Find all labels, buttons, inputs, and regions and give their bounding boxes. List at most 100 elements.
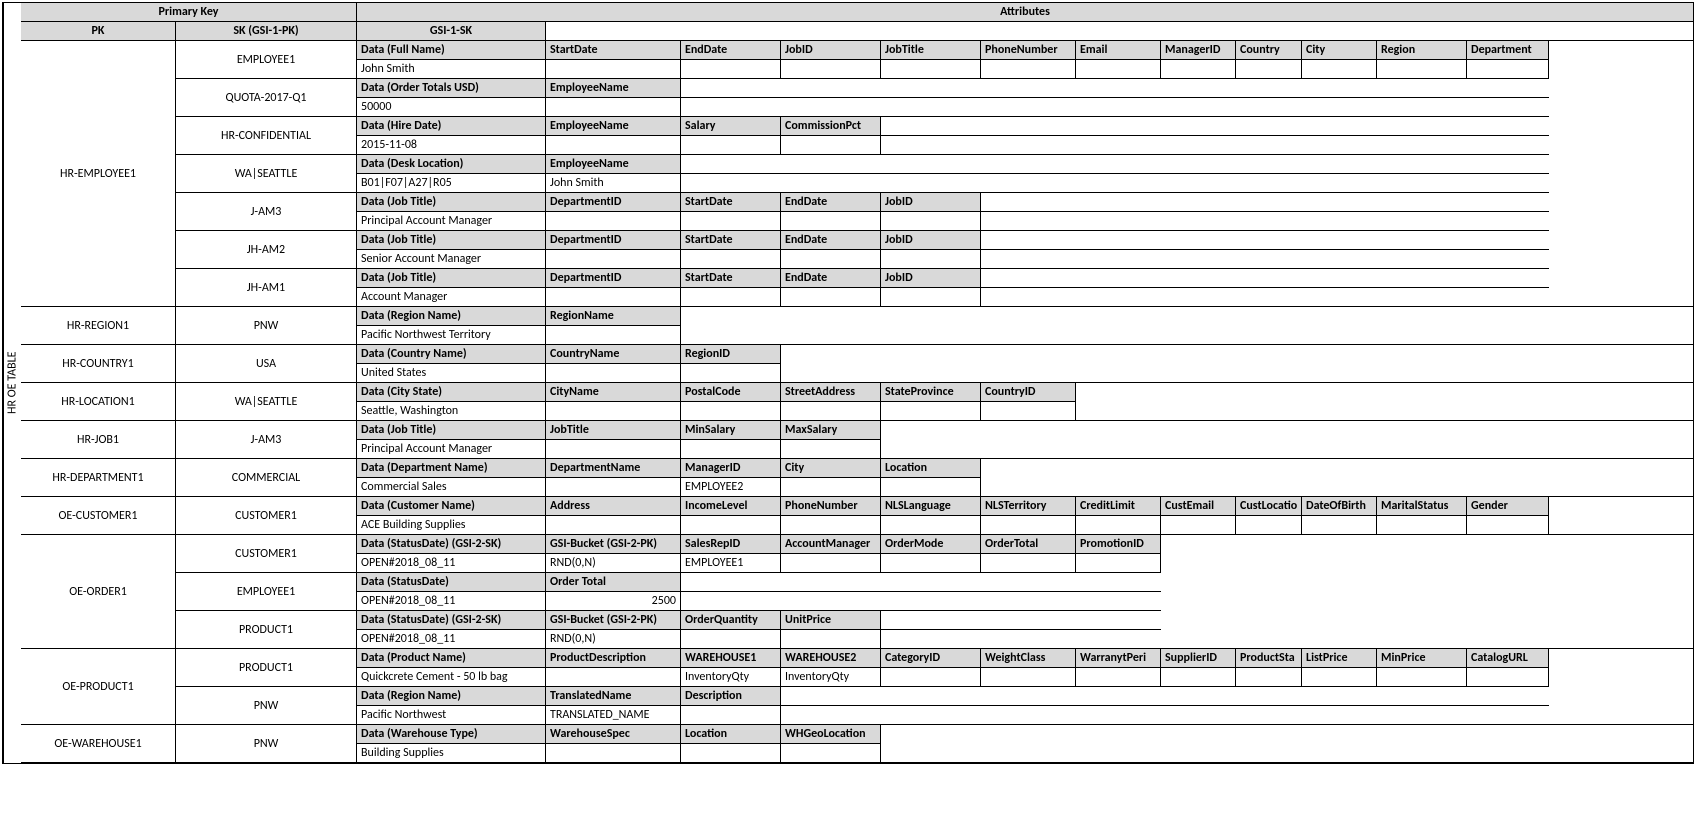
attribute-value-line: Senior Account Manager	[357, 250, 1549, 268]
header-attributes: Attributes	[357, 3, 1693, 21]
pk-block: HR-EMPLOYEE1EMPLOYEE1QUOTA-2017-Q1HR-CON…	[21, 41, 1693, 307]
pk-cell: HR-REGION1	[21, 307, 176, 344]
attr-value-cell	[546, 516, 681, 534]
attr-header-cell: Data (StatusDate)	[357, 573, 546, 591]
attribute-value-line: Building Supplies	[357, 744, 881, 762]
attr-value-cell	[1377, 668, 1467, 686]
attr-header-cell: Location	[681, 725, 781, 743]
attr-value-cell	[1377, 516, 1467, 534]
sk-stack: CUSTOMER1EMPLOYEE1PRODUCT1	[176, 535, 357, 648]
attr-value-cell	[881, 554, 981, 572]
attr-value-cell	[781, 630, 881, 648]
attr-value-cell: Senior Account Manager	[357, 250, 546, 268]
attribute-header-line: Data (Customer Name)AddressIncomeLevelPh…	[357, 497, 1549, 516]
attr-header-cell: CatalogURL	[1467, 649, 1549, 667]
attr-value-cell: OPEN#2018_08_11	[357, 554, 546, 572]
attr-header-cell: GSI-Bucket (GSI-2-PK)	[546, 611, 681, 629]
attr-header-cell: ProductDescription	[546, 649, 681, 667]
attr-value-cell	[1076, 60, 1161, 78]
pk-cell: OE-ORDER1	[21, 535, 176, 648]
attr-header-cell: WeightClass	[981, 649, 1076, 667]
attr-header-cell: MaxSalary	[781, 421, 881, 439]
pk-cell: HR-LOCATION1	[21, 383, 176, 420]
attribute-header-line: Data (Job Title)DepartmentIDStartDateEnd…	[357, 193, 1549, 212]
attr-value-cell	[981, 402, 1076, 420]
attr-header-cell: ManagerID	[1161, 41, 1236, 59]
sk-cell: HR-CONFIDENTIAL	[176, 117, 356, 155]
attr-header-cell: Data (Job Title)	[357, 421, 546, 439]
attribute-header-line: Data (Warehouse Type)WarehouseSpecLocati…	[357, 725, 881, 744]
attr-header-cell: JobID	[881, 193, 981, 211]
attr-value-cell: OPEN#2018_08_11	[357, 630, 546, 648]
attribute-header-line: Data (StatusDate) (GSI-2-SK)GSI-Bucket (…	[357, 611, 1161, 630]
pk-cell: OE-PRODUCT1	[21, 649, 176, 724]
attr-value-cell	[546, 364, 681, 382]
attr-stack: Data (City State)CityNamePostalCodeStree…	[357, 383, 1076, 420]
attr-header-cell: Data (Region Name)	[357, 687, 546, 705]
attr-header-cell: CountryName	[546, 345, 681, 363]
attr-value-cell: Building Supplies	[357, 744, 546, 762]
attr-value-cell: ACE Building Supplies	[357, 516, 546, 534]
attr-header-cell: Data (Job Title)	[357, 231, 546, 249]
schema-grid: Primary Key Attributes PK SK (GSI-1-PK) …	[21, 3, 1693, 763]
sk-cell: JH-AM2	[176, 231, 356, 269]
attr-value-cell: Principal Account Manager	[357, 440, 546, 458]
pk-block: HR-JOB1J-AM3Data (Job Title)JobTitleMinS…	[21, 421, 1693, 459]
attr-value-cell	[781, 250, 881, 268]
attribute-row-pair: Data (Department Name)DepartmentNameMana…	[357, 459, 981, 496]
attr-header-cell: RegionID	[681, 345, 781, 363]
attr-header-cell: City	[1302, 41, 1377, 59]
table-wrapper: HR OE TABLE Primary Key Attributes PK SK…	[2, 2, 1694, 764]
attr-value-cell: Pacific Northwest	[357, 706, 546, 724]
pk-cell: HR-JOB1	[21, 421, 176, 458]
attribute-row-pair: Data (Country Name)CountryNameRegionIDUn…	[357, 345, 781, 382]
attr-header-cell: WarehouseSpec	[546, 725, 681, 743]
attr-header-cell: Data (Job Title)	[357, 193, 546, 211]
attr-value-cell	[1236, 60, 1302, 78]
sk-cell: JH-AM1	[176, 269, 356, 306]
sk-cell: PNW	[176, 687, 356, 724]
attribute-header-line: Data (Job Title)DepartmentIDStartDateEnd…	[357, 231, 1549, 250]
attr-value-cell	[781, 60, 881, 78]
attribute-header-line: Data (Full Name)StartDateEndDateJobIDJob…	[357, 41, 1549, 60]
attr-header-cell: WHGeoLocation	[781, 725, 881, 743]
sk-cell: PNW	[176, 307, 356, 344]
attr-header-cell: PhoneNumber	[981, 41, 1076, 59]
attr-value-cell: John Smith	[357, 60, 546, 78]
sk-stack: USA	[176, 345, 357, 382]
attr-stack: Data (Customer Name)AddressIncomeLevelPh…	[357, 497, 1549, 534]
attr-header-cell: CreditLimit	[1076, 497, 1161, 515]
attribute-header-line: Data (Order Totals USD)EmployeeName	[357, 79, 1549, 98]
attr-header-cell: WarranytPeri	[1076, 649, 1161, 667]
attr-value-cell	[1236, 668, 1302, 686]
attr-value-cell	[1467, 668, 1549, 686]
pk-cell: OE-WAREHOUSE1	[21, 725, 176, 762]
attr-header-cell: DepartmentID	[546, 269, 681, 287]
attr-header-cell: StartDate	[681, 269, 781, 287]
attribute-row-pair: Data (Warehouse Type)WarehouseSpecLocati…	[357, 725, 881, 762]
attr-value-cell	[546, 668, 681, 686]
attr-value-cell: United States	[357, 364, 546, 382]
attribute-value-line: OPEN#2018_08_11RND(0,N)	[357, 630, 1161, 648]
attr-header-cell: OrderQuantity	[681, 611, 781, 629]
attr-value-cell	[781, 212, 881, 230]
sk-stack: CUSTOMER1	[176, 497, 357, 534]
attr-value-cell	[1302, 60, 1377, 78]
attr-value-cell	[781, 554, 881, 572]
attr-value-cell: InventoryQty	[681, 668, 781, 686]
attr-value-cell: 2500	[546, 592, 681, 610]
attr-header-cell: JobTitle	[546, 421, 681, 439]
attr-header-cell: PhoneNumber	[781, 497, 881, 515]
attribute-header-line: Data (Department Name)DepartmentNameMana…	[357, 459, 981, 478]
sk-cell: J-AM3	[176, 193, 356, 231]
attr-value-cell: Pacific Northwest Territory	[357, 326, 546, 344]
attr-header-cell: Data (Region Name)	[357, 307, 546, 325]
attr-header-cell: EmployeeName	[546, 79, 681, 97]
attr-header-cell: PromotionID	[1076, 535, 1161, 553]
attr-value-cell	[1467, 60, 1549, 78]
attribute-value-line: Pacific NorthwestTRANSLATED_NAME	[357, 706, 1549, 724]
attribute-value-line: Principal Account Manager	[357, 440, 881, 458]
attr-header-cell: Gender	[1467, 497, 1549, 515]
attr-value-cell	[546, 744, 681, 762]
attr-header-cell: Country	[1236, 41, 1302, 59]
